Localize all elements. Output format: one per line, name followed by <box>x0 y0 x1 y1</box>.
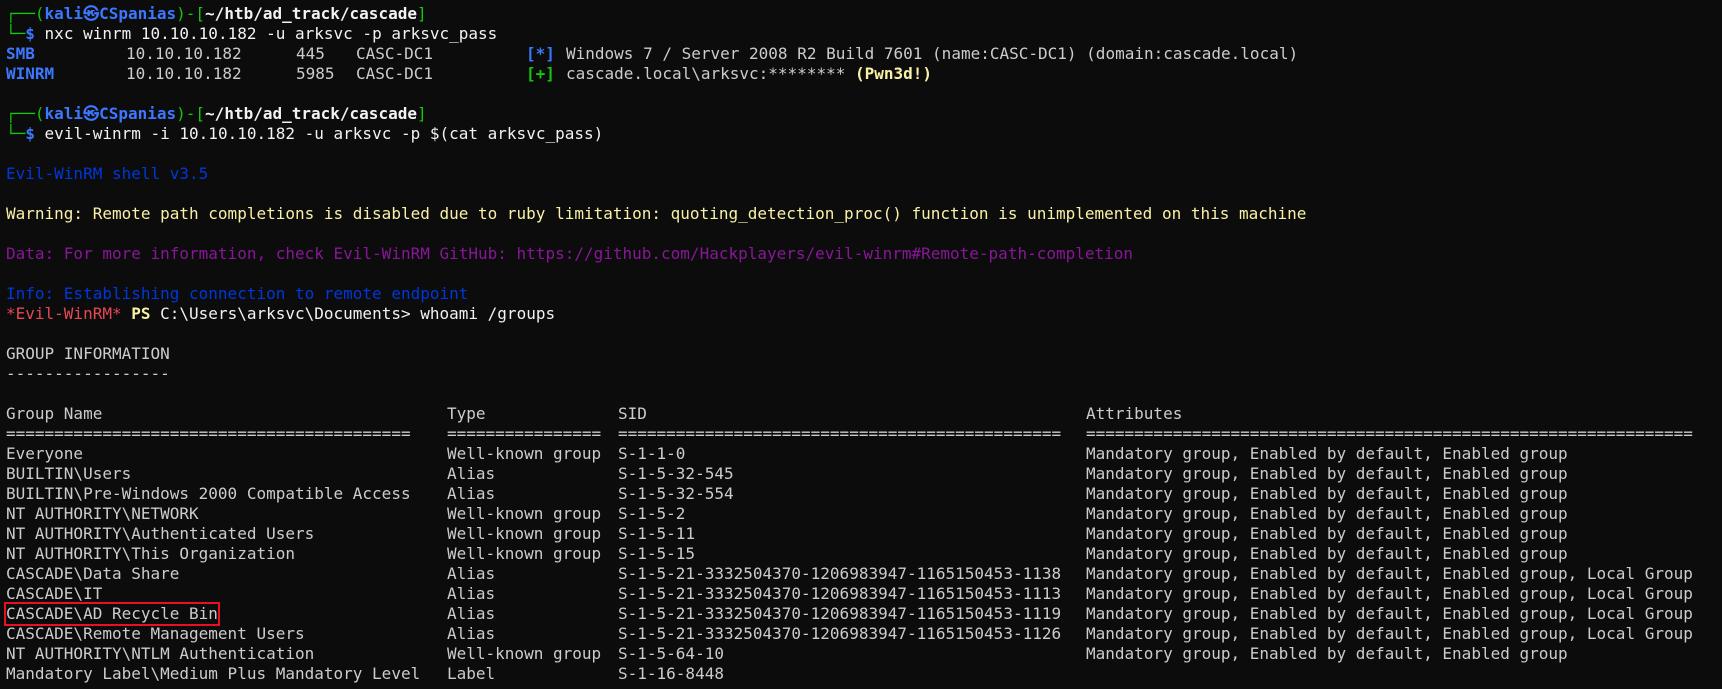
group-info-rule: ----------------- <box>6 364 170 383</box>
nxc-output-row: SMB 10.10.10.182 445 CASC-DC1 [*] Window… <box>6 44 1299 63</box>
cell-type: Alias <box>447 464 496 483</box>
cell-attr: Mandatory group, Enabled by default, Ena… <box>1086 584 1693 603</box>
cell-type: Well-known group <box>447 644 602 663</box>
cell-attr: Mandatory group, Enabled by default, Ena… <box>1086 624 1693 643</box>
terminal-output[interactable]: ┌──(kali㉿CSpanias)-[~/htb/ad_track/casca… <box>0 0 1722 684</box>
nxc-output-row: WINRM 10.10.10.182 5985 CASC-DC1 [+] cas… <box>6 64 933 83</box>
table-row: NT AUTHORITY\Authenticated Users Well-kno… <box>6 524 1722 544</box>
cell-sid: S-1-5-32-545 <box>618 464 734 483</box>
cell-attr: Mandatory group, Enabled by default, Ena… <box>1086 504 1568 523</box>
prompt-line-1: ┌──(kali㉿CSpanias)-[~/htb/ad_track/casca… <box>6 4 427 23</box>
table-row: NT AUTHORITY\This Organization Well-known… <box>6 544 1722 564</box>
cell-sid: S-1-5-32-554 <box>618 484 734 503</box>
cell-type: Alias <box>447 564 496 583</box>
cell-name: CASCADE\Data Share <box>6 564 180 583</box>
command-line-2: └─$ evil-winrm -i 10.10.10.182 -u arksvc… <box>6 124 604 143</box>
cell-type: Label <box>447 664 496 683</box>
cell-type: Alias <box>447 584 496 603</box>
table-row: Mandatory Label\Medium Plus Mandatory Le… <box>6 664 1722 684</box>
command-text: nxc winrm 10.10.10.182 -u arksvc -p arks… <box>44 24 498 43</box>
table-row: NT AUTHORITY\NTLM Authentication Well-kno… <box>6 644 1722 664</box>
cell-sid: S-1-5-21-3332504370-1206983947-116515045… <box>618 604 1062 623</box>
cell-name: Mandatory Label\Medium Plus Mandatory Le… <box>6 664 421 683</box>
data-line: Data: For more information, check Evil-W… <box>6 244 1134 263</box>
command-text: evil-winrm -i 10.10.10.182 -u arksvc -p … <box>44 124 604 143</box>
cell-attr: Mandatory group, Enabled by default, Ena… <box>1086 544 1568 563</box>
command-text: whoami /groups <box>420 304 556 323</box>
cell-name: NT AUTHORITY\NETWORK <box>6 504 199 523</box>
cell-attr: Mandatory group, Enabled by default, Ena… <box>1086 604 1693 623</box>
cell-attr: Mandatory group, Enabled by default, Ena… <box>1086 524 1568 543</box>
cell-name: NT AUTHORITY\NTLM Authentication <box>6 644 315 663</box>
table-row: NT AUTHORITY\NETWORK Well-known group S-1-… <box>6 504 1722 524</box>
cell-type: Well-known group <box>447 544 602 563</box>
cell-attr: Mandatory group, Enabled by default, Ena… <box>1086 484 1568 503</box>
cell-attr: Mandatory group, Enabled by default, Ena… <box>1086 444 1568 463</box>
table-row: CASCADE\AD Recycle Bin Alias S-1-5-21-3332… <box>4 602 1722 626</box>
cell-name: BUILTIN\Pre-Windows 2000 Compatible Acce… <box>6 484 411 503</box>
table-row: CASCADE\IT Alias S-1-5-21-3332504370-12069… <box>6 584 1722 604</box>
evil-winrm-banner: Evil-WinRM shell v3.5 <box>6 164 209 183</box>
table-row: BUILTIN\Pre-Windows 2000 Compatible Acce… <box>6 484 1722 504</box>
cell-type: Well-known group <box>447 504 602 523</box>
cell-sid: S-1-5-2 <box>618 504 686 523</box>
cell-name: BUILTIN\Users <box>6 464 132 483</box>
cell-type: Alias <box>447 484 496 503</box>
cell-sid: S-1-5-15 <box>618 544 696 563</box>
cell-name: Everyone <box>6 444 84 463</box>
table-header-rule: ========================================… <box>6 424 1693 443</box>
table-row: BUILTIN\Users Alias S-1-5-32-545 Mandatory … <box>6 464 1722 484</box>
prompt-line-2: ┌──(kali㉿CSpanias)-[~/htb/ad_track/casca… <box>6 104 427 123</box>
warning-line: Warning: Remote path completions is disa… <box>6 204 1307 223</box>
cell-type: Well-known group <box>447 444 602 463</box>
table-row: CASCADE\Data Share Alias S-1-5-21-33325043… <box>6 564 1722 584</box>
cell-attr: Mandatory group, Enabled by default, Ena… <box>1086 464 1568 483</box>
skull-icon: ㉿ <box>83 104 100 123</box>
cell-sid: S-1-16-8448 <box>618 664 724 683</box>
cell-type: Alias <box>447 624 496 643</box>
cell-sid: S-1-5-64-10 <box>618 644 724 663</box>
command-line-1: └─$ nxc winrm 10.10.10.182 -u arksvc -p … <box>6 24 498 43</box>
cell-sid: S-1-5-21-3332504370-1206983947-116515045… <box>618 564 1062 583</box>
cell-name: CASCADE\Remote Management Users <box>6 624 305 643</box>
cell-sid: S-1-5-21-3332504370-1206983947-116515045… <box>618 624 1062 643</box>
cell-sid: S-1-1-0 <box>618 444 686 463</box>
cell-name: NT AUTHORITY\This Organization <box>6 544 295 563</box>
cell-attr: Mandatory group, Enabled by default, Ena… <box>1086 644 1568 663</box>
cell-name-highlighted: CASCADE\AD Recycle Bin <box>4 602 220 626</box>
cell-name: CASCADE\IT <box>6 584 103 603</box>
skull-icon: ㉿ <box>83 4 100 23</box>
pwned-badge: (Pwn3d!) <box>854 64 933 83</box>
table-header: Group Name Type SID Attributes <box>6 404 1183 423</box>
cell-attr: Mandatory group, Enabled by default, Ena… <box>1086 564 1693 583</box>
cell-sid: S-1-5-11 <box>618 524 696 543</box>
group-info-title: GROUP INFORMATION <box>6 344 170 363</box>
cell-sid: S-1-5-21-3332504370-1206983947-116515045… <box>618 584 1062 603</box>
cell-type: Well-known group <box>447 524 602 543</box>
info-line: Info: Establishing connection to remote … <box>6 284 469 303</box>
ps-prompt-line: *Evil-WinRM* PS C:\Users\arksvc\Document… <box>6 304 556 323</box>
cell-type: Alias <box>447 604 496 623</box>
table-row: Everyone Well-known group S-1-1-0 Mandatory… <box>6 444 1722 464</box>
cell-name: NT AUTHORITY\Authenticated Users <box>6 524 315 543</box>
table-row: CASCADE\Remote Management Users Alias S-1-… <box>6 624 1722 644</box>
